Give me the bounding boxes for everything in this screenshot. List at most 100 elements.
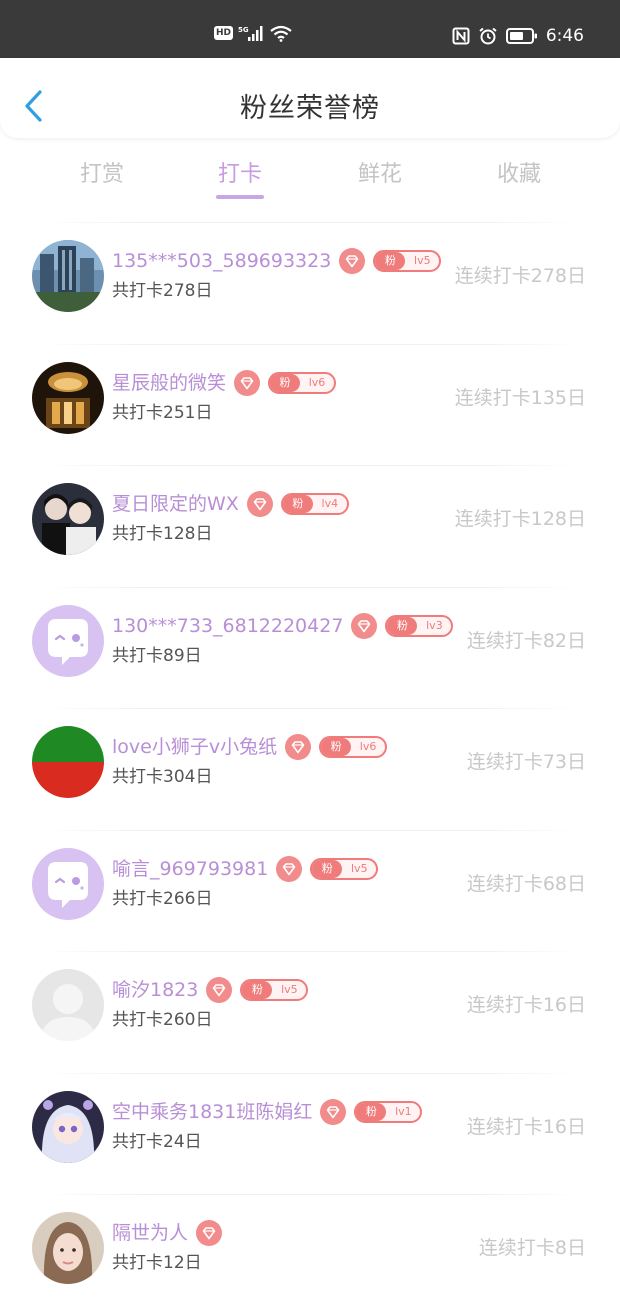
diamond-icon: [234, 369, 261, 396]
status-bar-right: 6:46: [452, 24, 584, 48]
username[interactable]: 夏日限定的WX: [112, 491, 239, 517]
username[interactable]: 喻言_969793981: [112, 856, 268, 882]
row-divider: [40, 708, 580, 709]
active-tab-indicator: [216, 195, 264, 199]
consecutive-checkin-days: 连续打卡82日: [466, 629, 586, 652]
leaderboard-row[interactable]: love小狮子v小兔纸 粉 lv6 共打卡304日 连续打卡73日: [0, 708, 620, 830]
fan-level-text: lv1: [395, 1104, 412, 1118]
row-divider: [40, 1194, 580, 1195]
username[interactable]: 隔世为人: [112, 1220, 188, 1246]
fan-level-text: lv4: [321, 497, 339, 510]
diamond-icon: [276, 855, 303, 882]
alarm-icon: [478, 27, 498, 45]
status-bar: HD 5G 6:46: [0, 0, 620, 58]
user-avatar[interactable]: [32, 240, 104, 312]
row-divider: [40, 951, 580, 952]
hd-badge: HD: [214, 26, 234, 40]
fan-badge-label: 粉: [356, 1102, 387, 1121]
leaderboard-row[interactable]: 隔世为人 共打卡12日 连续打卡8日: [0, 1194, 620, 1316]
row-divider: [40, 465, 580, 466]
diamond-icon: [351, 612, 378, 639]
status-bar-left: HD 5G: [214, 24, 293, 42]
leaderboard-row[interactable]: 星辰般的微笑 粉 lv6 共打卡251日 连续打卡135日: [0, 343, 620, 466]
diamond-icon: [206, 977, 233, 1003]
name-line: 夏日限定的WX 粉 lv4: [112, 491, 349, 517]
fan-level-text: lv6: [359, 740, 377, 753]
tab-tip[interactable]: 打赏: [42, 156, 162, 188]
fan-level-text: lv5: [281, 983, 298, 996]
row-divider: [40, 343, 580, 345]
name-line: 隔世为人: [112, 1220, 223, 1246]
leaderboard-row[interactable]: 喻汐1823 粉 lv5 共打卡260日 连续打卡16日: [0, 951, 620, 1073]
clock-time: 6:46: [545, 26, 584, 46]
user-avatar[interactable]: [32, 361, 104, 434]
row-divider: [40, 586, 580, 588]
fan-level-badge: 粉 lv5: [310, 857, 379, 880]
username[interactable]: 135***503_589693323: [112, 248, 331, 274]
fan-level-badge: 粉 lv5: [240, 979, 309, 1001]
diamond-icon: [196, 1220, 223, 1246]
nav-header: 粉丝荣誉榜: [0, 58, 620, 138]
signal-icon: 5G: [238, 24, 264, 42]
leaderboard-row[interactable]: 喻言_969793981 粉 lv5 共打卡266日 连续打卡68日: [0, 829, 620, 952]
fan-level-badge: 粉 lv3: [385, 614, 454, 637]
total-checkin-days: 共打卡24日: [112, 1131, 202, 1152]
wifi-icon: [269, 24, 293, 42]
fan-level-text: lv3: [426, 618, 443, 632]
consecutive-checkin-days: 连续打卡73日: [466, 751, 586, 773]
user-avatar[interactable]: [32, 1090, 104, 1163]
username[interactable]: 喻汐1823: [112, 977, 198, 1003]
username[interactable]: 星辰般的微笑: [112, 370, 226, 396]
total-checkin-days: 共打卡278日: [112, 281, 213, 301]
tab-flowers[interactable]: 鲜花: [320, 156, 440, 188]
username[interactable]: 空中乘务1831班陈娟红: [112, 1099, 312, 1125]
row-divider: [40, 222, 580, 223]
fan-level-text: lv5: [351, 861, 368, 875]
fan-badge-label: 粉: [242, 981, 273, 999]
total-checkin-days: 共打卡304日: [112, 767, 213, 787]
fan-level-badge: 粉 lv5: [373, 250, 442, 272]
consecutive-checkin-days: 连续打卡278日: [454, 265, 586, 287]
consecutive-checkin-days: 连续打卡68日: [466, 872, 586, 895]
name-line: love小狮子v小兔纸 粉 lv6: [112, 734, 388, 760]
consecutive-checkin-days: 连续打卡8日: [478, 1237, 586, 1259]
user-avatar[interactable]: [32, 604, 104, 677]
leaderboard-row[interactable]: 130***733_6812220427 粉 lv3 共打卡89日 连续打卡82…: [0, 586, 620, 709]
name-line: 喻言_969793981 粉 lv5: [112, 855, 379, 882]
diamond-icon: [320, 1098, 347, 1125]
fan-level-text: lv5: [414, 254, 431, 267]
name-line: 130***733_6812220427 粉 lv3: [112, 612, 454, 639]
row-divider: [40, 829, 580, 831]
leaderboard-list: 135***503_589693323 粉 lv5 共打卡278日 连续打卡27…: [0, 222, 620, 1316]
user-avatar[interactable]: [32, 969, 104, 1041]
consecutive-checkin-days: 连续打卡16日: [466, 1115, 586, 1138]
total-checkin-days: 共打卡128日: [112, 524, 213, 544]
fan-level-badge: 粉 lv6: [268, 371, 337, 394]
diamond-icon: [246, 491, 273, 517]
tab-favorites[interactable]: 收藏: [459, 156, 579, 188]
tab-bar: 打赏 打卡 鲜花 收藏: [0, 150, 620, 206]
nfc-icon: [452, 27, 470, 45]
user-avatar[interactable]: [32, 1212, 104, 1284]
fan-level-text: lv6: [308, 375, 326, 389]
total-checkin-days: 共打卡12日: [112, 1253, 202, 1273]
user-avatar[interactable]: [32, 847, 104, 920]
user-avatar[interactable]: [32, 726, 104, 798]
user-avatar[interactable]: [32, 483, 104, 555]
network-type-label: 5G: [238, 26, 249, 34]
username[interactable]: 130***733_6812220427: [112, 613, 343, 639]
leaderboard-row[interactable]: 135***503_589693323 粉 lv5 共打卡278日 连续打卡27…: [0, 222, 620, 344]
consecutive-checkin-days: 连续打卡16日: [466, 994, 586, 1016]
consecutive-checkin-days: 连续打卡128日: [454, 508, 586, 530]
fan-badge-label: 粉: [375, 252, 406, 270]
total-checkin-days: 共打卡260日: [112, 1010, 213, 1030]
fan-badge-label: 粉: [321, 738, 352, 756]
leaderboard-row[interactable]: 空中乘务1831班陈娟红 粉 lv1 共打卡24日 连续打卡16日: [0, 1072, 620, 1195]
row-divider: [40, 1072, 580, 1074]
name-line: 星辰般的微笑 粉 lv6: [112, 369, 337, 396]
leaderboard-row[interactable]: 夏日限定的WX 粉 lv4 共打卡128日 连续打卡128日: [0, 465, 620, 587]
tab-checkin[interactable]: 打卡: [180, 156, 300, 188]
username[interactable]: love小狮子v小兔纸: [112, 734, 277, 760]
diamond-icon: [285, 734, 312, 760]
fan-badge-label: 粉: [270, 373, 301, 392]
